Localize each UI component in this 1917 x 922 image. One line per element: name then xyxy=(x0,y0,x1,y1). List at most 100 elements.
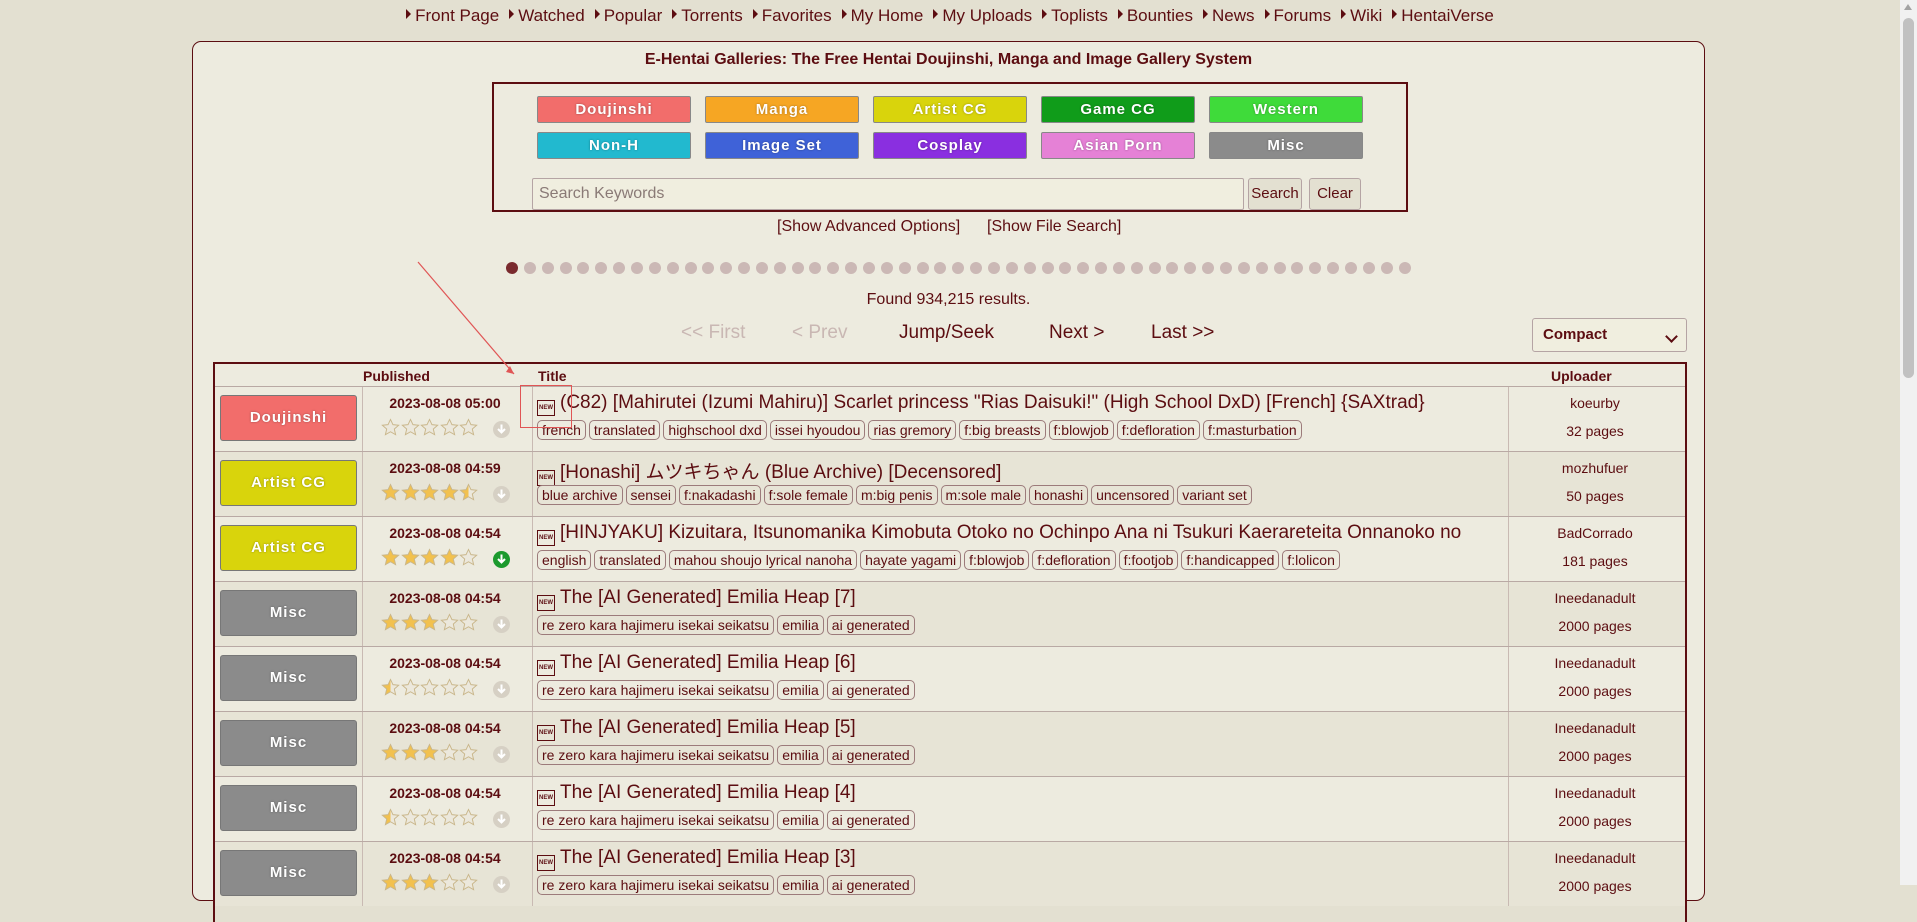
carousel-dot[interactable] xyxy=(523,262,536,274)
carousel-dot[interactable] xyxy=(1380,262,1393,274)
carousel-dot[interactable] xyxy=(970,262,983,274)
carousel-dot[interactable] xyxy=(1023,262,1036,274)
scrollbar-thumb[interactable] xyxy=(1903,18,1914,378)
tag[interactable]: ai generated xyxy=(826,615,915,635)
tag[interactable]: re zero kara hajimeru isekai seikatsu xyxy=(537,615,775,635)
tag[interactable]: rias gremory xyxy=(868,420,957,440)
carousel-dot[interactable] xyxy=(987,262,1000,274)
tag[interactable]: f:defloration xyxy=(1032,550,1116,570)
tag[interactable]: f:nakadashi xyxy=(678,485,761,505)
carousel-dot[interactable] xyxy=(773,262,786,274)
carousel-dot[interactable] xyxy=(684,262,697,274)
last-page-link[interactable]: Last >> xyxy=(1151,322,1214,344)
carousel-dot[interactable] xyxy=(755,262,768,274)
tag[interactable]: english xyxy=(537,550,592,570)
category-badge[interactable]: Misc xyxy=(220,655,357,701)
tag[interactable]: f:defloration xyxy=(1116,420,1200,440)
tag[interactable]: re zero kara hajimeru isekai seikatsu xyxy=(537,875,775,895)
uploader-link[interactable]: Ineedanadult xyxy=(1515,590,1675,606)
carousel-dot[interactable] xyxy=(1202,262,1215,274)
tag[interactable]: m:sole male xyxy=(940,485,1027,505)
carousel-dot[interactable] xyxy=(1059,262,1072,274)
nav-link-front-page[interactable]: Front Page xyxy=(406,6,499,26)
carousel-dot[interactable] xyxy=(863,262,875,274)
tag[interactable]: f:blowjob xyxy=(1048,420,1114,440)
show-advanced-options-link[interactable]: [Show Advanced Options] xyxy=(777,218,960,236)
tag[interactable]: translated xyxy=(588,420,661,440)
gallery-title-link[interactable]: NEW The [AI Generated] Emilia Heap [3] xyxy=(537,847,1507,871)
tag[interactable]: ai generated xyxy=(826,680,915,700)
gallery-title-link[interactable]: NEW [Honashi] ムツキちゃん (Blue Archive) [Dece… xyxy=(537,457,1507,486)
clear-button[interactable]: Clear xyxy=(1309,178,1361,210)
carousel-dot[interactable] xyxy=(613,262,626,274)
tag[interactable]: honashi xyxy=(1029,485,1089,505)
carousel-dot[interactable] xyxy=(1327,262,1340,274)
table-row[interactable]: Misc 2023-08-08 04:54 NEW The [AI Generated… xyxy=(215,646,1685,711)
nav-link-forums[interactable]: Forums xyxy=(1265,6,1332,26)
carousel-dot[interactable] xyxy=(1344,262,1357,274)
carousel-dot[interactable] xyxy=(827,262,840,274)
carousel-dot[interactable] xyxy=(1291,262,1304,274)
tag[interactable]: f:big breasts xyxy=(959,420,1046,440)
carousel-dot[interactable] xyxy=(1041,262,1054,274)
tag[interactable]: blue archive xyxy=(537,485,623,505)
tag[interactable]: ai generated xyxy=(826,745,915,765)
tag[interactable]: emilia xyxy=(777,745,824,765)
tag[interactable]: hayate yagami xyxy=(860,550,962,570)
category-filter-non-h[interactable]: Non-H xyxy=(537,132,691,159)
carousel-dot[interactable] xyxy=(1398,262,1411,274)
carousel-dot[interactable] xyxy=(541,262,554,274)
uploader-link[interactable]: BadCorrado xyxy=(1515,525,1675,541)
nav-link-popular[interactable]: Popular xyxy=(595,6,663,26)
carousel-dot[interactable] xyxy=(791,262,804,274)
carousel-dot[interactable] xyxy=(1077,262,1090,274)
category-filter-western[interactable]: Western xyxy=(1209,96,1363,123)
carousel-dot[interactable] xyxy=(1130,262,1143,274)
search-button[interactable]: Search xyxy=(1248,178,1302,210)
category-badge[interactable]: Misc xyxy=(220,590,357,636)
carousel-dot[interactable] xyxy=(738,262,751,274)
carousel-dot[interactable] xyxy=(934,262,947,274)
nav-link-watched[interactable]: Watched xyxy=(509,6,584,26)
category-badge[interactable]: Misc xyxy=(220,720,357,766)
tag[interactable]: re zero kara hajimeru isekai seikatsu xyxy=(537,680,775,700)
carousel-dot[interactable] xyxy=(916,262,929,274)
search-input[interactable] xyxy=(532,178,1244,210)
table-row[interactable]: Artist CG 2023-08-08 04:59 NEW [Honashi] ムツ… xyxy=(215,451,1685,516)
carousel-dot[interactable] xyxy=(1112,262,1125,274)
table-row[interactable]: Artist CG 2023-08-08 04:54 NEW [HINJYAKU] K… xyxy=(215,516,1685,581)
tag[interactable]: mahou shoujo lyrical nanoha xyxy=(668,550,858,570)
gallery-title-link[interactable]: NEW The [AI Generated] Emilia Heap [6] xyxy=(537,652,1507,676)
gallery-title-link[interactable]: NEW The [AI Generated] Emilia Heap [7] xyxy=(537,587,1507,611)
tag[interactable]: ai generated xyxy=(826,810,915,830)
carousel-dot[interactable] xyxy=(1005,262,1018,274)
carousel-dot[interactable] xyxy=(880,262,893,274)
category-filter-game-cg[interactable]: Game CG xyxy=(1041,96,1195,123)
table-row[interactable]: Misc 2023-08-08 04:54 NEW The [AI Generated… xyxy=(215,841,1685,906)
carousel-dot[interactable] xyxy=(1220,262,1232,274)
tag[interactable]: uncensored xyxy=(1091,485,1175,505)
tag[interactable]: ai generated xyxy=(826,875,915,895)
nav-link-hentaiverse[interactable]: HentaiVerse xyxy=(1392,6,1494,26)
category-filter-doujinshi[interactable]: Doujinshi xyxy=(537,96,691,123)
gallery-title-link[interactable]: NEW The [AI Generated] Emilia Heap [5] xyxy=(537,717,1507,741)
category-filter-manga[interactable]: Manga xyxy=(705,96,859,123)
page-scrollbar[interactable] xyxy=(1900,0,1917,885)
carousel-dot[interactable] xyxy=(1362,262,1375,274)
tag[interactable]: emilia xyxy=(777,615,824,635)
nav-link-my-home[interactable]: My Home xyxy=(842,6,924,26)
carousel-dot[interactable] xyxy=(577,262,590,274)
carousel-dot[interactable] xyxy=(595,262,608,274)
carousel-dot[interactable] xyxy=(630,262,643,274)
nav-link-bounties[interactable]: Bounties xyxy=(1118,6,1193,26)
category-badge[interactable]: Artist CG xyxy=(220,525,357,571)
torrent-download-icon[interactable] xyxy=(493,551,510,568)
uploader-link[interactable]: mozhufuer xyxy=(1515,460,1675,476)
carousel-dot[interactable] xyxy=(898,262,911,274)
gallery-title-link[interactable]: NEW The [AI Generated] Emilia Heap [4] xyxy=(537,782,1507,806)
category-filter-image-set[interactable]: Image Set xyxy=(705,132,859,159)
carousel-dot[interactable] xyxy=(1095,262,1108,274)
nav-link-toplists[interactable]: Toplists xyxy=(1042,6,1108,26)
table-row[interactable]: Doujinshi 2023-08-08 05:00 NEW (C82) [Mahir… xyxy=(215,386,1685,451)
next-page-link[interactable]: Next > xyxy=(1049,322,1104,344)
